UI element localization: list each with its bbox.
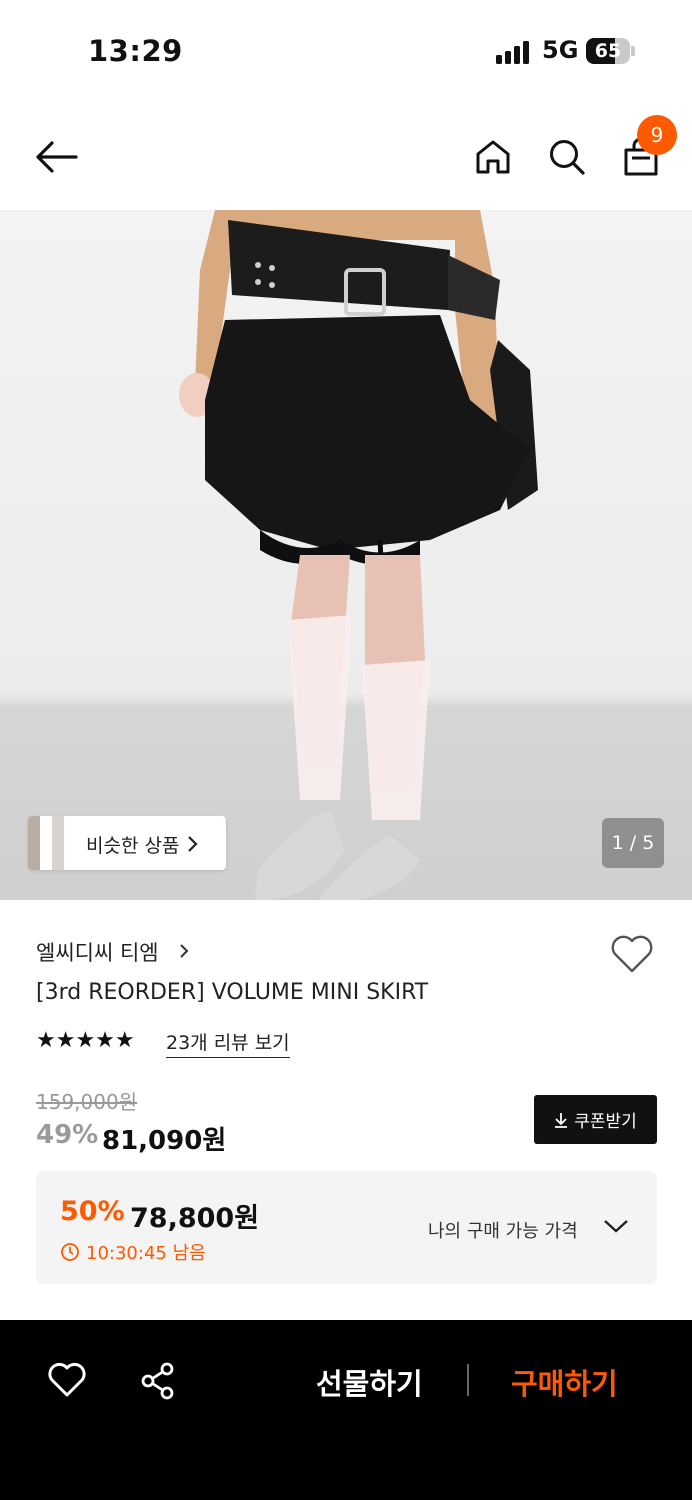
product-image[interactable] (0, 210, 692, 900)
bottom-wishlist-button[interactable] (48, 1362, 86, 1402)
status-bar: 13:29 5G 65 (0, 0, 692, 104)
reviews-link[interactable]: 23개 리뷰 보기 (166, 1028, 290, 1058)
bottom-divider (467, 1364, 469, 1396)
home-button[interactable] (474, 138, 512, 180)
similar-products-label: 비슷한 상품 (86, 835, 180, 857)
arrow-left-icon (36, 141, 78, 173)
my-price-value: 78,800원 (130, 1203, 260, 1234)
network-type: 5G (542, 36, 579, 64)
chevron-down-icon (604, 1220, 628, 1233)
discount-rate: 49% (36, 1120, 99, 1150)
my-price-label: 나의 구매 가능 가격 (428, 1221, 578, 1242)
sale-price: 81,090원 (102, 1126, 227, 1156)
home-icon (476, 140, 510, 174)
countdown-timer: 10:30:45 남음 (60, 1239, 206, 1265)
brand-link[interactable]: 엘씨디씨 티엠 (36, 937, 159, 967)
download-icon (555, 1112, 568, 1128)
wishlist-button[interactable] (610, 934, 654, 978)
product-photo (179, 210, 538, 900)
rating-stars: ★★★★★ (36, 1028, 135, 1053)
search-button[interactable] (548, 138, 586, 180)
cart-count-badge: 9 (637, 115, 677, 155)
heart-icon (611, 935, 653, 973)
product-title: [3rd REORDER] VOLUME MINI SKIRT (36, 980, 429, 1005)
battery-level: 65 (594, 40, 622, 62)
heart-icon (48, 1362, 86, 1397)
share-icon (141, 1362, 174, 1400)
gift-button[interactable]: 선물하기 (316, 1361, 423, 1403)
chevron-right-icon (180, 944, 189, 958)
share-button[interactable] (140, 1362, 176, 1404)
chevron-right-icon (188, 836, 198, 852)
back-button[interactable] (34, 140, 78, 178)
status-time: 13:29 (88, 34, 183, 68)
bottom-action-bar (0, 1320, 692, 1500)
my-price-discount: 50% (60, 1196, 125, 1227)
search-icon (550, 140, 585, 175)
battery-nub (631, 46, 635, 56)
buy-button[interactable]: 구매하기 (511, 1361, 618, 1403)
coupon-button[interactable]: 쿠폰받기 (534, 1095, 657, 1144)
clock-icon (61, 1243, 79, 1261)
original-price: 159,000원 (36, 1090, 138, 1114)
coupon-label: 쿠폰받기 (574, 1112, 637, 1132)
similar-products-thumbnail (28, 816, 64, 870)
battery-icon: 65 (586, 38, 630, 64)
top-nav (0, 104, 692, 210)
image-page-indicator: 1 / 5 (602, 818, 664, 868)
my-price-panel[interactable]: 50% 78,800원 10:30:45 남음 나의 구매 가능 가격 (36, 1171, 657, 1284)
countdown-text: 10:30:45 남음 (86, 1243, 206, 1264)
signal-icon (496, 40, 532, 64)
